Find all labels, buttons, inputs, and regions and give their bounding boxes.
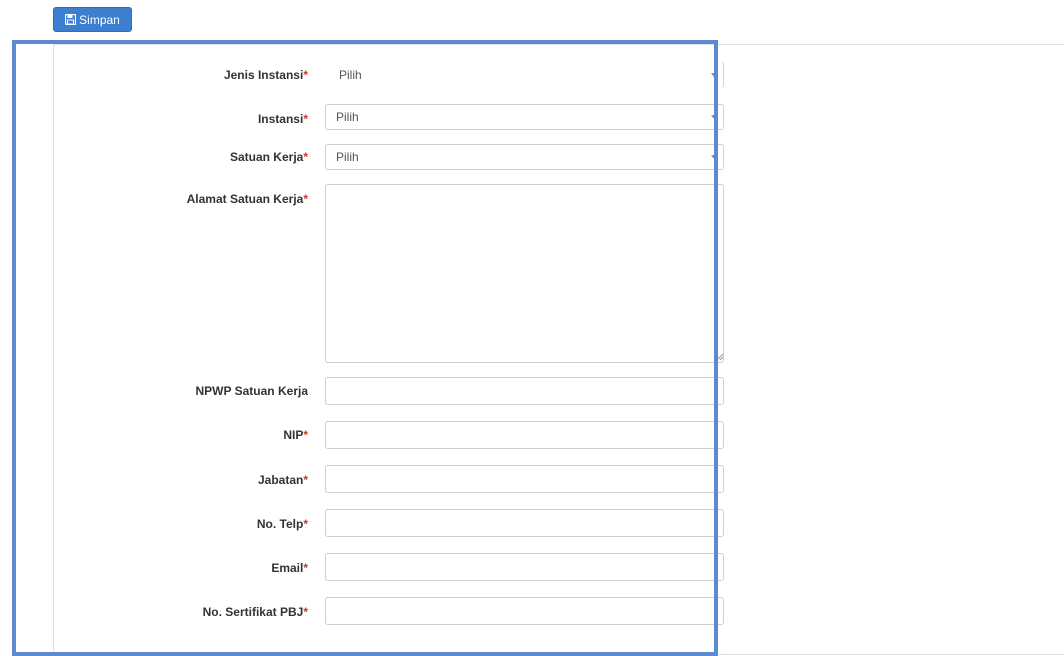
required-mark: * xyxy=(303,473,308,487)
satuan-kerja-label: Satuan Kerja* xyxy=(229,150,308,164)
no-sertifikat-pbj-input[interactable] xyxy=(325,597,724,625)
chevron-down-icon xyxy=(711,155,717,159)
required-mark: * xyxy=(303,517,308,531)
no-sertifikat-pbj-label: No. Sertifikat PBJ* xyxy=(202,605,308,619)
required-mark: * xyxy=(303,561,308,575)
jabatan-label: Jabatan* xyxy=(257,473,308,487)
required-mark: * xyxy=(303,112,308,126)
instansi-value: Pilih xyxy=(336,110,359,124)
divider xyxy=(727,654,1064,655)
nip-input[interactable] xyxy=(325,421,724,449)
jabatan-input[interactable] xyxy=(325,465,724,493)
required-mark: * xyxy=(303,68,308,82)
required-mark: * xyxy=(303,428,308,442)
npwp-satuan-kerja-input[interactable] xyxy=(325,377,724,405)
required-mark: * xyxy=(303,150,308,164)
jenis-instansi-select[interactable]: Pilih xyxy=(325,61,724,88)
alamat-satuan-kerja-label: Alamat Satuan Kerja* xyxy=(186,192,308,206)
satuan-kerja-select[interactable]: Pilih xyxy=(325,144,724,170)
save-button-label: Simpan xyxy=(79,12,120,27)
satuan-kerja-value: Pilih xyxy=(336,150,359,164)
instansi-label: Instansi* xyxy=(257,112,308,126)
alamat-satuan-kerja-textarea[interactable] xyxy=(325,184,724,363)
email-label: Email* xyxy=(271,561,308,575)
no-telp-input[interactable] xyxy=(325,509,724,537)
chevron-down-icon xyxy=(711,115,717,119)
save-button[interactable]: Simpan xyxy=(53,7,132,32)
jenis-instansi-label: Jenis Instansi* xyxy=(223,68,308,82)
npwp-satuan-kerja-label: NPWP Satuan Kerja xyxy=(195,384,308,398)
floppy-disk-icon xyxy=(65,14,77,25)
email-input[interactable] xyxy=(325,553,724,581)
chevron-down-icon xyxy=(711,72,717,77)
nip-label: NIP* xyxy=(283,428,308,442)
instansi-select[interactable]: Pilih xyxy=(325,104,724,130)
jenis-instansi-value: Pilih xyxy=(339,67,362,82)
required-mark: * xyxy=(303,605,308,619)
required-mark: * xyxy=(303,192,308,206)
no-telp-label: No. Telp* xyxy=(256,517,308,531)
